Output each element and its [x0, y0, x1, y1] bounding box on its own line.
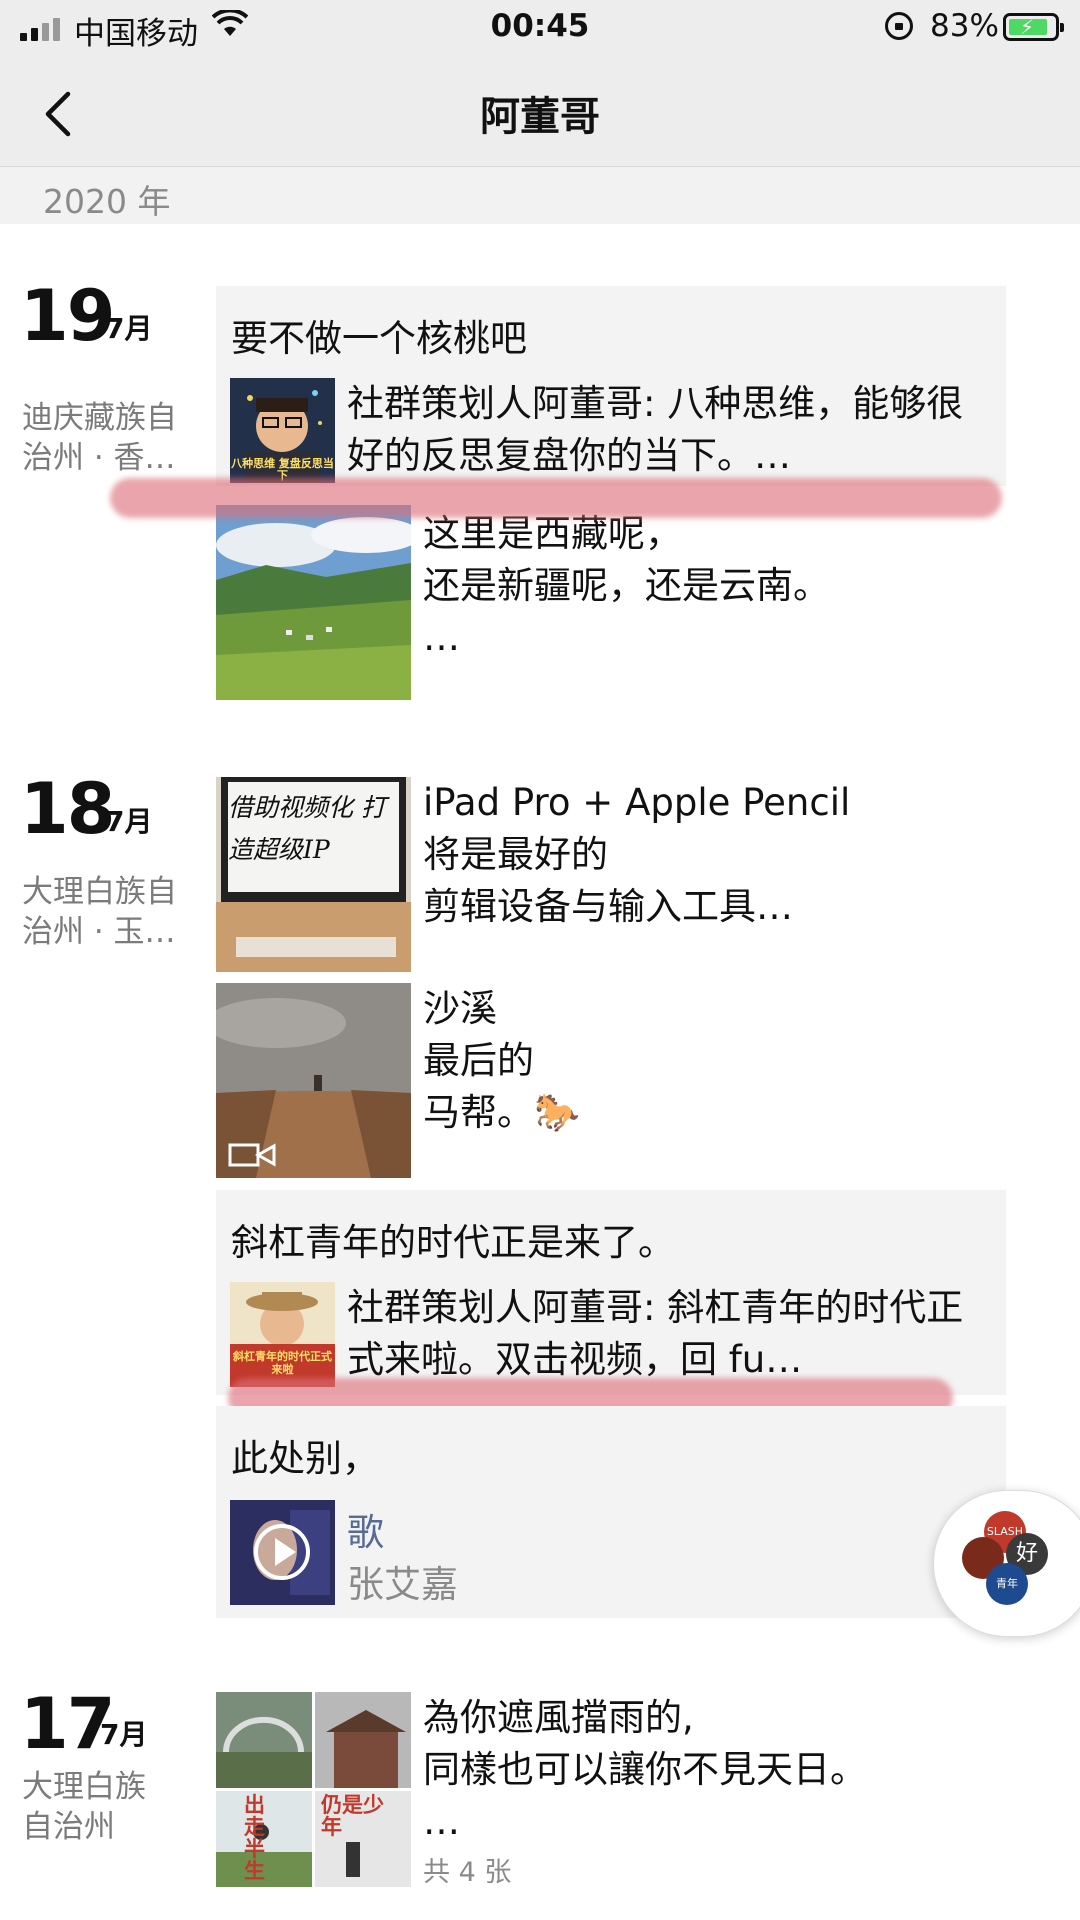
- shared-link-post[interactable]: 要不做一个核桃吧 八种思维 复盘反思当下 社群策划人阿董哥: 八种思维，能够很好…: [216, 286, 1006, 486]
- location-label: 迪庆藏族自治州 · 香…: [22, 400, 177, 476]
- battery-icon: ⚡: [1003, 13, 1064, 41]
- link-title: 社群策划人阿董哥: 八种思维，能够很好的反思复盘你的当下。…: [347, 382, 964, 477]
- thumbnail-caption: 仍是少年: [321, 1793, 384, 1839]
- location-label: 大理白族自治州 · 玉…: [22, 874, 177, 950]
- video-thumbnail: 八种思维 复盘反思当下: [230, 378, 335, 483]
- post-caption: 这里是西藏呢， 还是新疆呢，还是云南。 …: [423, 512, 830, 659]
- post-caption: 此处别，: [231, 1437, 379, 1480]
- day-number: 19: [20, 275, 115, 357]
- month-label: 7月: [105, 312, 153, 345]
- thumbnail-caption: 出走半生: [244, 1793, 265, 1883]
- video-thumbnail: 斜杠青年的时代正式来啦: [230, 1282, 335, 1387]
- shared-link-post[interactable]: 斜杠青年的时代正是来了。 斜杠青年的时代正式来啦 社群策划人阿董哥: 斜杠青年的…: [216, 1190, 1006, 1395]
- thumbnail-caption: 斜杠青年的时代正式来啦: [233, 1350, 332, 1376]
- youth-badge: 青年: [986, 1563, 1028, 1605]
- month-label: 7月: [100, 1718, 148, 1751]
- post-caption: 沙溪 最后的 马帮。🐎: [423, 987, 581, 1134]
- page-title: 阿董哥: [480, 94, 600, 140]
- location-label: 大理白族自治州: [22, 1769, 146, 1845]
- post-caption: iPad Pro + Apple Pencil 将是最好的 剪辑设备与输入工具…: [423, 781, 851, 928]
- music-post[interactable]: 此处别， 歌 张艾嘉: [216, 1406, 1006, 1618]
- redaction-mark: [110, 478, 1002, 518]
- floating-shortcut-button[interactable]: SLASH 好 青年: [933, 1490, 1080, 1637]
- thumbnail-caption: 借助视频化 打造超级IP: [228, 793, 386, 864]
- day-number: 18: [20, 768, 115, 850]
- video-thumbnail[interactable]: [216, 983, 411, 1178]
- music-artist: 张艾嘉: [347, 1563, 458, 1606]
- battery-percent: 83%: [930, 8, 999, 44]
- clock: 00:45: [490, 8, 590, 44]
- post-caption: 為你遮風擋雨的, 同樣也可以讓你不見天日。 …: [423, 1696, 867, 1843]
- orientation-lock-icon: [885, 12, 913, 40]
- photo-grid[interactable]: 出走半生 仍是少年: [216, 1692, 411, 1887]
- status-bar: 中国移动 00:45 83% ⚡: [0, 0, 1080, 58]
- nav-bar: 阿董哥: [0, 58, 1080, 167]
- photo-count: 共 4 张: [423, 1857, 512, 1888]
- month-label: 7月: [105, 805, 153, 838]
- album-cover: [230, 1500, 335, 1605]
- post-caption: 斜杠青年的时代正是来了。: [231, 1221, 675, 1264]
- year-header: 2020 年: [0, 167, 1080, 224]
- video-camera-icon: [228, 1143, 276, 1167]
- photo-thumbnail[interactable]: 借助视频化 打造超级IP: [216, 777, 411, 972]
- music-title: 歌: [347, 1511, 384, 1554]
- year-label: 2020 年: [43, 182, 171, 221]
- link-title: 社群策划人阿董哥: 斜杠青年的时代正式来啦。双击视频，回 fu…: [347, 1286, 964, 1381]
- photo-thumbnail[interactable]: [216, 505, 411, 700]
- post-caption: 要不做一个核桃吧: [231, 317, 527, 360]
